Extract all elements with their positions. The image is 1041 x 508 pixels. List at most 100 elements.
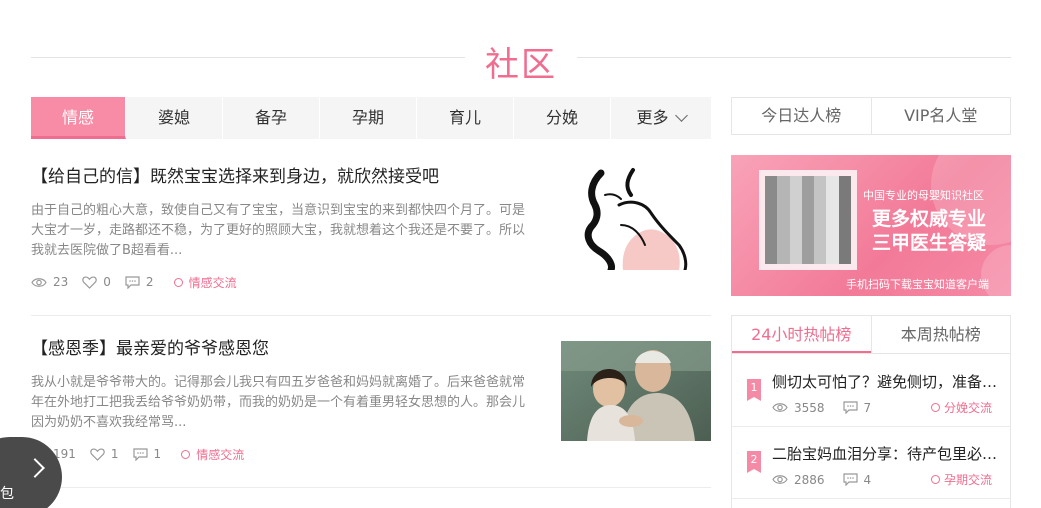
hot-post-item[interactable]: 1 侧切太可怕了？避免侧切，准备这些就够了 3558 7 分娩交流: [732, 355, 1010, 427]
tab-weekly-hot[interactable]: 本周热帖榜: [870, 316, 1011, 353]
qr-cell: [789, 226, 802, 239]
tab-pregnancy[interactable]: 孕期: [320, 97, 417, 139]
post-meta: 23 0 2 情感交流: [31, 273, 711, 291]
hot-post-category[interactable]: 孕期交流: [930, 471, 992, 488]
qr-cell: [777, 238, 790, 252]
app-download-banner[interactable]: 中国专业的母婴知识社区 更多权威专业 三甲医生答疑 手机扫码下载宝宝知道客户端: [731, 155, 1011, 296]
qr-cell: [814, 176, 827, 189]
post-thumbnail[interactable]: [561, 165, 711, 270]
post-divider: [31, 487, 711, 488]
qr-cell: [801, 226, 815, 239]
post-card: 【感恩季】最亲爱的爷爷感恩您 我从小就是爷爷带大的。记得那会儿我只有四五岁爸爸和…: [31, 337, 711, 463]
qr-cell: [814, 201, 827, 214]
view-count: 2886: [772, 473, 825, 487]
qr-cell: [826, 188, 839, 202]
post-excerpt[interactable]: 我从小就是爷爷带大的。记得那会儿我只有四五岁爸爸和妈妈就离婚了。后来爸爸就常年在…: [31, 373, 526, 433]
like-count[interactable]: 1: [90, 447, 119, 461]
post-card: 【给自己的信】既然宝宝选择来到身边，就欣然接受吧 由于自己的粗心大意，致使自己又…: [31, 165, 711, 291]
hot-post-meta: 2886 4 孕期交流: [772, 471, 992, 488]
qr-cell: [789, 188, 802, 202]
tab-vip-hall[interactable]: VIP名人堂: [870, 98, 1011, 134]
post-divider: [31, 315, 711, 316]
qr-cell: [777, 176, 790, 189]
qr-cell: [801, 188, 815, 202]
leaderboard-tabs: 今日达人榜 VIP名人堂: [731, 97, 1011, 135]
hot-posts-panel: 24小时热帖榜 本周热帖榜 1 侧切太可怕了？避免侧切，准备这些就够了 3558…: [731, 315, 1011, 508]
qr-cell: [801, 251, 815, 264]
tab-conception[interactable]: 备孕: [223, 97, 320, 139]
qr-cell: [826, 251, 839, 264]
view-count: 23: [31, 275, 68, 289]
qr-cell: [765, 201, 778, 214]
view-count: 3558: [772, 401, 825, 415]
qr-cell: [838, 226, 851, 239]
tab-parenting[interactable]: 育儿: [417, 97, 514, 139]
section-header: 社区: [31, 35, 1011, 85]
like-count[interactable]: 0: [82, 275, 111, 289]
banner-tagline: 中国专业的母婴知识社区: [863, 189, 984, 202]
tab-more[interactable]: 更多: [611, 97, 711, 139]
post-category[interactable]: 情感交流: [173, 274, 237, 291]
rank-badge: 2: [747, 451, 761, 473]
qr-cell: [765, 251, 778, 264]
qr-cell: [777, 201, 790, 214]
qr-cell: [814, 238, 827, 252]
tab-emotion[interactable]: 情感: [31, 97, 126, 139]
post-thumbnail[interactable]: [561, 341, 711, 441]
tab-daily-experts[interactable]: 今日达人榜: [732, 98, 871, 134]
circle-icon: [173, 277, 183, 287]
banner-caption: 手机扫码下载宝宝知道客户端: [846, 278, 989, 291]
hot-post-title[interactable]: 侧切太可怕了？避免侧切，准备这些就够了: [772, 371, 998, 392]
qr-cell: [838, 238, 851, 252]
qr-cell: [765, 176, 778, 189]
qr-cell: [801, 238, 815, 252]
qr-cell: [789, 201, 802, 214]
tab-in-laws[interactable]: 婆媳: [126, 97, 223, 139]
qr-cell: [777, 226, 790, 239]
comment-count: 4: [842, 473, 871, 487]
circle-icon: [930, 403, 940, 412]
hot-post-title[interactable]: 二胎宝妈血泪分享：待产包里必备的东西: [772, 443, 998, 464]
chevron-right-icon: [25, 458, 45, 478]
hot-posts-tabs: 24小时热帖榜 本周热帖榜: [732, 316, 1010, 354]
chevron-down-icon: [674, 109, 688, 122]
qr-cell: [814, 251, 827, 264]
heart-icon: [82, 275, 98, 289]
qr-cell: [814, 213, 827, 227]
qr-cell: [814, 188, 827, 202]
tab-more-label: 更多: [636, 108, 669, 127]
comment-icon: [125, 275, 140, 289]
qr-cell: [789, 213, 802, 227]
comment-icon: [132, 447, 148, 461]
qr-cell: [826, 213, 839, 227]
circle-icon: [181, 449, 191, 459]
hot-post-category[interactable]: 分娩交流: [930, 399, 992, 416]
qr-cell: [838, 176, 851, 189]
tab-childbirth[interactable]: 分娩: [514, 97, 611, 139]
qr-cell: [801, 176, 815, 189]
eye-icon: [772, 475, 788, 484]
qr-cell: [765, 213, 778, 227]
circle-icon: [930, 475, 940, 484]
qr-cell: [765, 238, 778, 252]
section-title: 社区: [485, 45, 557, 85]
heart-icon: [90, 447, 105, 461]
post-meta: 191 1 1 情感交流: [31, 445, 711, 463]
qr-cell: [838, 251, 851, 264]
comment-count: 7: [842, 401, 871, 415]
qr-cell: [838, 201, 851, 214]
post-category[interactable]: 情感交流: [181, 446, 244, 463]
tab-24h-hot[interactable]: 24小时热帖榜: [732, 316, 871, 353]
qr-cell: [777, 188, 790, 202]
hot-post-item[interactable]: 2 二胎宝妈血泪分享：待产包里必备的东西 2886 4 孕期交流: [732, 427, 1010, 499]
qr-cell: [801, 201, 815, 214]
category-tabs: 情感 婆媳 备孕 孕期 育儿 分娩 更多: [31, 97, 711, 139]
qr-cell: [777, 251, 790, 264]
qr-cell: [777, 213, 790, 227]
post-excerpt[interactable]: 由于自己的粗心大意，致使自己又有了宝宝，当意识到宝宝的来到都快四个月了。可是大宝…: [31, 201, 526, 261]
comment-count[interactable]: 1: [132, 447, 161, 461]
eye-icon: [31, 277, 47, 287]
comment-count[interactable]: 2: [125, 275, 154, 289]
qr-cell: [801, 213, 815, 227]
qr-cell: [789, 251, 802, 264]
